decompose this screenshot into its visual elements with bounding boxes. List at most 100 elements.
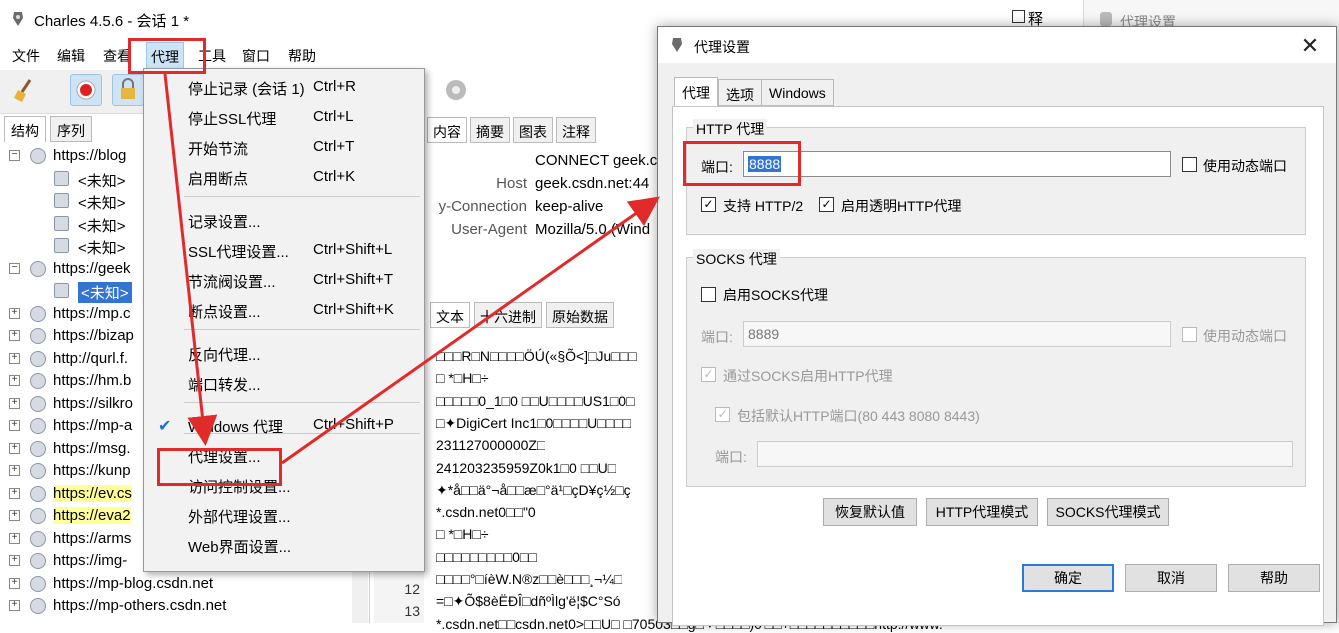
broom-clear-button[interactable] [10, 74, 42, 106]
tree-host-row[interactable]: + https://mp-blog.csdn.net [0, 574, 360, 596]
menu-window[interactable]: 窗口 [242, 46, 270, 66]
tab-proxy[interactable]: 代理 [674, 77, 718, 107]
socks-port-input[interactable]: 8889 [743, 321, 1171, 347]
socks-http-checkbox[interactable]: ✓ [701, 367, 716, 382]
http-port-input[interactable]: 8888 [743, 151, 1171, 177]
menu-item-shortcut: Ctrl+Shift+K [313, 301, 394, 318]
tab-contents[interactable]: 内容 [427, 117, 467, 143]
http2-checkbox[interactable]: ✓ [701, 197, 716, 212]
tab-summary[interactable]: 摘要 [470, 117, 510, 143]
annotation-box-proxy-menu [128, 38, 206, 74]
proxy-menu-item[interactable]: 停止SSL代理 Ctrl+L [144, 103, 424, 131]
socks-proxy-group-label: SOCKS 代理 [693, 249, 780, 269]
tree-row-label: https://arms [53, 529, 132, 547]
settings-button[interactable] [440, 74, 472, 106]
tree-host-row[interactable]: + https://mp-others.csdn.net [0, 596, 360, 618]
collapse-icon[interactable]: − [9, 262, 20, 274]
tab-hex[interactable]: 十六进制 [474, 302, 542, 328]
expand-icon[interactable]: + [9, 307, 20, 319]
tab-options[interactable]: 选项 [718, 79, 762, 106]
tab-raw[interactable]: 原始数据 [546, 302, 614, 328]
expand-icon[interactable]: + [9, 330, 20, 341]
expand-icon[interactable]: + [9, 420, 20, 431]
tab-structure[interactable]: 结构 [4, 116, 46, 142]
proxy-menu-item[interactable]: 端口转发... [144, 369, 424, 397]
http-dynamic-port-label: 使用动态端口 [1203, 158, 1287, 174]
expand-icon[interactable]: + [9, 600, 20, 611]
socks-ports-label: 端口: [715, 449, 747, 465]
expand-icon[interactable]: + [9, 397, 20, 409]
proxy-menu-item[interactable]: 反向代理... [144, 339, 424, 367]
expand-icon[interactable]: + [9, 442, 20, 454]
enable-socks-checkbox[interactable] [701, 287, 716, 302]
close-icon[interactable]: ✕ [1298, 33, 1322, 59]
tree-row-label: <未知> [78, 172, 126, 190]
http-dynamic-port-checkbox[interactable] [1182, 157, 1197, 172]
response-data-line: □✦DigiCert Inc1□0□□□□U□□□□ [436, 414, 632, 431]
proxy-menu-item[interactable]: 停止记录 (会话 1) Ctrl+R [144, 73, 424, 101]
socks-proxy-mode-button[interactable]: SOCKS代理模式 [1047, 498, 1169, 526]
expand-icon[interactable]: + [9, 510, 20, 521]
tree-row-label: <未知> [78, 217, 126, 235]
proxy-menu-item[interactable]: 节流阀设置... Ctrl+Shift+T [144, 266, 424, 294]
expand-icon[interactable]: + [9, 375, 20, 386]
http-proxy-mode-button[interactable]: HTTP代理模式 [926, 498, 1038, 526]
expand-icon[interactable]: + [9, 487, 20, 499]
cancel-button[interactable]: 取消 [1125, 564, 1217, 592]
record-button[interactable] [70, 74, 102, 106]
tree-row-label: <未知> [78, 195, 126, 212]
tree-row-label: https://mp-a [53, 417, 133, 434]
line-number-13: 13 [404, 603, 420, 619]
expand-icon[interactable]: + [9, 465, 20, 476]
proxy-menu-item[interactable]: 外部代理设置... [144, 501, 424, 529]
menu-edit[interactable]: 编辑 [57, 46, 85, 66]
proxy-dropdown-menu: 停止记录 (会话 1) Ctrl+R 停止SSL代理 Ctrl+L 开始节流 Ctrl+T… [143, 68, 425, 572]
response-data-line: □ *□H□÷ [436, 526, 489, 543]
globe-lock-icon [30, 553, 46, 569]
proxy-menu-item[interactable]: Web界面设置... [144, 531, 424, 559]
proxy-menu-item[interactable]: 启用断点 Ctrl+K [144, 163, 424, 191]
tab-windows[interactable]: Windows [761, 79, 834, 106]
proxy-menu-item[interactable]: 断点设置... Ctrl+Shift+K [144, 296, 424, 324]
expand-icon[interactable]: + [9, 532, 20, 544]
proxy-menu-item[interactable]: 记录设置... [144, 206, 424, 234]
tree-row-label: https://silkro [53, 394, 134, 412]
menu-file[interactable]: 文件 [12, 46, 40, 66]
globe-lock-icon [30, 440, 46, 457]
ok-button[interactable]: 确定 [1022, 564, 1114, 592]
menu-item-label: 开始节流 [188, 141, 249, 158]
header-key-connection: y-Connection [438, 198, 527, 215]
proxy-menu-item[interactable]: 开始节流 Ctrl+T [144, 133, 424, 161]
menu-view[interactable]: 查看 [103, 46, 131, 66]
transparent-proxy-checkbox[interactable]: ✓ [819, 197, 834, 212]
proxy-menu-item[interactable]: SSL代理设置... Ctrl+Shift+L [144, 236, 424, 264]
socks-ports-input[interactable] [757, 441, 1293, 467]
menu-item-label: 停止记录 (会话 1) [188, 81, 305, 98]
menu-item-shortcut: Ctrl+Shift+L [313, 241, 393, 258]
ssl-proxy-button[interactable] [112, 74, 144, 106]
collapse-icon[interactable]: − [9, 150, 20, 161]
help-button[interactable]: 帮助 [1228, 564, 1320, 592]
tab-notes[interactable]: 注释 [556, 117, 596, 143]
maximize-button[interactable] [1012, 10, 1025, 23]
menu-help[interactable]: 帮助 [288, 46, 316, 66]
globe-lock-icon [30, 148, 46, 164]
include-default-ports-checkbox[interactable]: ✓ [715, 407, 730, 422]
menu-item-label: 记录设置... [188, 214, 261, 231]
tab-chart[interactable]: 图表 [513, 117, 553, 143]
expand-icon[interactable]: + [9, 555, 20, 566]
tab-sequence[interactable]: 序列 [50, 116, 92, 142]
expand-icon[interactable]: + [9, 352, 20, 364]
menu-item-label: Web界面设置... [188, 539, 292, 556]
socks-dynamic-port-checkbox[interactable] [1182, 327, 1197, 342]
window-title: Charles 4.5.6 - 会话 1 * [34, 13, 190, 30]
http-proxy-group-label: HTTP 代理 [693, 119, 768, 139]
response-data-line: 241203235959Z0k1□0 □□U□ [436, 459, 617, 476]
response-data-line: 231127000000Z□ [436, 437, 546, 454]
restore-defaults-button[interactable]: 恢复默认值 [823, 498, 917, 526]
globe-lock-icon [30, 260, 46, 277]
proxy-menu-item[interactable]: ✔ Windows 代理 Ctrl+Shift+P [144, 411, 424, 439]
expand-icon[interactable]: + [9, 577, 20, 589]
response-data-line: □□□□□0_1□0 □□U□□□□US1□0□ [436, 392, 635, 409]
tab-text[interactable]: 文本 [430, 302, 470, 328]
